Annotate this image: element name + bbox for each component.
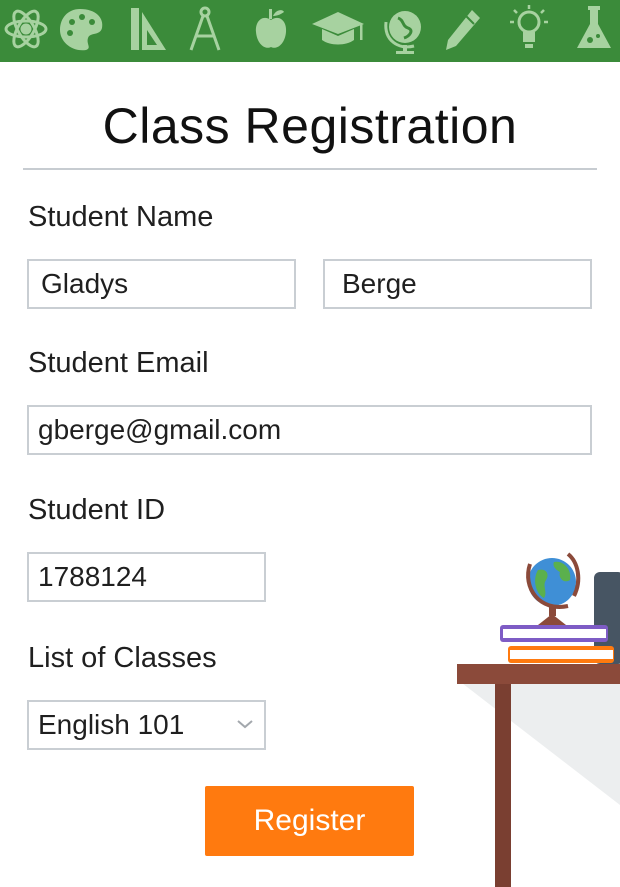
atom-icon: [4, 9, 48, 49]
classes-select[interactable]: English 101: [27, 700, 266, 750]
lightbulb-icon: [510, 5, 548, 48]
email-input[interactable]: gberge@gmail.com: [27, 405, 592, 455]
palette-icon: [60, 9, 103, 51]
header-banner: [0, 0, 620, 62]
desk-top: [457, 664, 620, 684]
register-button[interactable]: Register: [205, 786, 414, 856]
chevron-down-icon: [237, 720, 253, 729]
ruler-triangle-icon: [131, 8, 166, 50]
title-divider: [23, 168, 597, 170]
apple-icon: [255, 9, 287, 48]
desk-illustration: [457, 552, 620, 887]
student-id-label: Student ID: [28, 494, 166, 526]
student-email-label: Student Email: [28, 347, 209, 379]
student-name-label: Student Name: [28, 201, 214, 233]
classes-label: List of Classes: [28, 642, 217, 674]
banner-icons: [4, 5, 611, 54]
graduation-cap-icon: [312, 12, 364, 45]
globe-icon: [526, 552, 581, 625]
student-id-input[interactable]: 1788124: [27, 552, 266, 602]
registration-page: Class Registration Student Name Gladys B…: [0, 0, 620, 887]
page-title: Class Registration: [102, 98, 518, 154]
first-name-input[interactable]: Gladys: [27, 259, 296, 309]
desk-shadow: [458, 680, 620, 805]
desk-leg: [495, 684, 511, 887]
pencil-icon: [446, 10, 480, 50]
compass-icon: [189, 6, 221, 51]
last-name-input[interactable]: Berge: [323, 259, 592, 309]
classes-select-value: English 101: [38, 709, 185, 740]
flask-icon: [577, 6, 611, 48]
globe-icon: [384, 11, 421, 54]
